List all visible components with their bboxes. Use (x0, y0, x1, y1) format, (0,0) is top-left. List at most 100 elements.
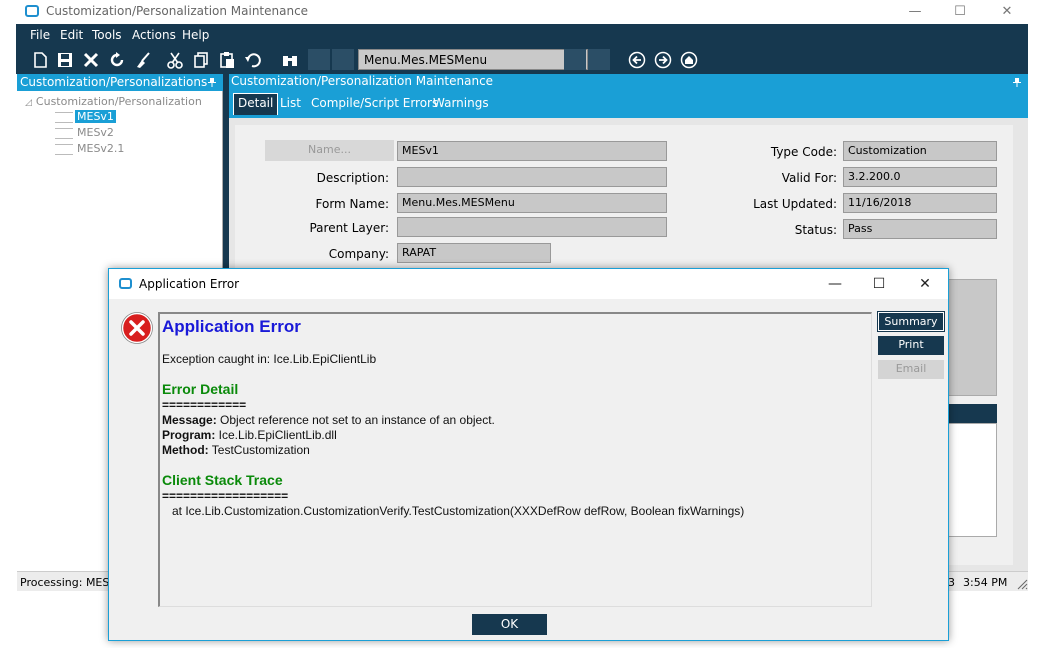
next-record-button[interactable] (564, 49, 586, 70)
document-icon (55, 144, 73, 155)
tree-item-label: MESv2.1 (77, 142, 125, 155)
status-indicator: 3 (948, 576, 955, 589)
method-value: TestCustomization (208, 443, 310, 457)
collapse-icon[interactable]: ◿ (25, 98, 32, 108)
right-panel-title: Customization/Personalization Maintenanc… (231, 74, 494, 88)
new-icon[interactable] (31, 51, 49, 69)
dialog-title: Application Error (139, 277, 240, 291)
undo-icon[interactable] (244, 51, 262, 69)
dialog-close-button[interactable]: ✕ (910, 273, 940, 295)
description-label: Description: (316, 171, 389, 185)
paste-icon[interactable] (218, 51, 236, 69)
delete-icon[interactable] (82, 51, 100, 69)
error-detail-rule: ============ (162, 398, 247, 412)
menu-tools[interactable]: Tools (92, 28, 122, 42)
pin-icon[interactable] (1012, 77, 1022, 87)
copy-icon[interactable] (192, 51, 210, 69)
status-field[interactable]: Pass (843, 219, 997, 239)
menu-edit[interactable]: Edit (60, 28, 83, 42)
form-name-label: Form Name: (315, 197, 390, 211)
previous-record-button[interactable] (332, 49, 354, 70)
document-icon (55, 128, 73, 139)
ok-button[interactable]: OK (472, 614, 547, 635)
name-lookup-button[interactable]: Name... (265, 140, 394, 161)
main-window-title: Customization/Personalization Maintenanc… (46, 4, 309, 18)
name-field[interactable]: MESv1 (397, 141, 667, 161)
combo-value: Menu.Mes.MESMenu (364, 53, 488, 67)
background-panel (947, 279, 997, 396)
status-time: 3:54 PM (963, 576, 1008, 589)
forward-arrow-icon[interactable] (654, 51, 672, 69)
valid-for-field[interactable]: 3.2.200.0 (843, 167, 997, 187)
resize-grip-icon[interactable] (1017, 579, 1028, 590)
description-field[interactable] (397, 167, 667, 187)
last-updated-label: Last Updated: (753, 197, 837, 211)
error-heading: Application Error (162, 317, 301, 336)
background-grid-header (947, 404, 997, 423)
clear-icon[interactable] (134, 51, 152, 69)
program-label: Program: (162, 428, 216, 442)
message-line: Message: Object reference not set to an … (162, 413, 495, 427)
tab-compile-script-errors[interactable]: Compile/Script Errors (311, 96, 438, 110)
form-selector-combo[interactable]: Menu.Mes.MESMenu (358, 49, 588, 70)
error-message-box: Application Error Exception caught in: I… (158, 312, 872, 607)
menu-actions[interactable]: Actions (132, 28, 176, 42)
dialog-maximize-button[interactable]: ☐ (864, 273, 894, 295)
last-updated-field[interactable]: 11/16/2018 (843, 193, 997, 213)
stack-trace-line: at Ice.Lib.Customization.CustomizationVe… (162, 504, 745, 518)
company-label: Company: (328, 247, 389, 261)
back-arrow-icon[interactable] (628, 51, 646, 69)
error-detail-heading: Error Detail (162, 381, 239, 397)
cut-icon[interactable] (166, 51, 184, 69)
program-line: Program: Ice.Lib.EpiClientLib.dll (162, 428, 337, 442)
menu-file[interactable]: File (30, 28, 50, 42)
main-maximize-button[interactable]: ☐ (945, 2, 975, 22)
tab-warnings[interactable]: Warnings (433, 96, 489, 110)
document-icon (55, 112, 73, 123)
tab-detail[interactable]: Detail (233, 93, 279, 115)
valid-for-label: Valid For: (781, 171, 837, 185)
menu-help[interactable]: Help (182, 28, 209, 42)
summary-button[interactable]: Summary (877, 311, 945, 332)
parent-layer-field[interactable] (397, 217, 667, 237)
application-error-dialog: Application Error — ☐ ✕ Application Erro… (108, 268, 949, 641)
pin-icon[interactable] (207, 77, 217, 87)
type-code-field[interactable]: Customization (843, 141, 997, 161)
message-label: Message: (162, 413, 217, 427)
tree-root-label: Customization/Personalization (35, 95, 202, 108)
program-value: Ice.Lib.EpiClientLib.dll (215, 428, 337, 442)
search-icon[interactable] (281, 51, 299, 69)
tree-root[interactable]: ◿ Customization/Personalization (25, 95, 202, 108)
right-panel-header: Customization/Personalization Maintenanc… (229, 74, 1028, 90)
refresh-icon[interactable] (108, 51, 126, 69)
app-icon (119, 278, 132, 289)
tab-list[interactable]: List (280, 96, 301, 110)
main-minimize-button[interactable]: — (900, 2, 930, 22)
tree-item-label: MESv1 (75, 110, 116, 123)
form-name-field[interactable]: Menu.Mes.MESMenu (397, 193, 667, 213)
dialog-minimize-button[interactable]: — (820, 273, 850, 295)
left-panel-title: Customization/Personalizations (20, 75, 208, 89)
status-processing: Processing: MES (20, 576, 110, 589)
stack-trace-rule: ================== (162, 489, 289, 503)
first-record-button[interactable] (308, 49, 330, 70)
parent-layer-label: Parent Layer: (309, 221, 389, 235)
app-icon (25, 5, 39, 17)
background-grid (947, 423, 997, 537)
message-value: Object reference not set to an instance … (216, 413, 495, 427)
main-title-bar: Customization/Personalization Maintenanc… (16, 0, 1042, 24)
exception-text: Exception caught in: Ice.Lib.EpiClientLi… (162, 352, 377, 366)
main-close-button[interactable]: ✕ (992, 2, 1022, 22)
left-panel-header: Customization/Personalizations (17, 74, 223, 91)
error-icon (121, 312, 153, 344)
company-field[interactable]: RAPAT (397, 243, 551, 263)
print-button[interactable]: Print (878, 336, 944, 355)
last-record-button[interactable] (588, 49, 610, 70)
save-icon[interactable] (56, 51, 74, 69)
status-label: Status: (794, 223, 837, 237)
email-button[interactable]: Email (878, 360, 944, 379)
home-icon[interactable] (680, 51, 698, 69)
method-label: Method: (162, 443, 209, 457)
dialog-title-bar: Application Error — ☐ ✕ (109, 269, 948, 299)
tab-bar: Detail List Compile/Script Errors Warnin… (229, 90, 1028, 118)
